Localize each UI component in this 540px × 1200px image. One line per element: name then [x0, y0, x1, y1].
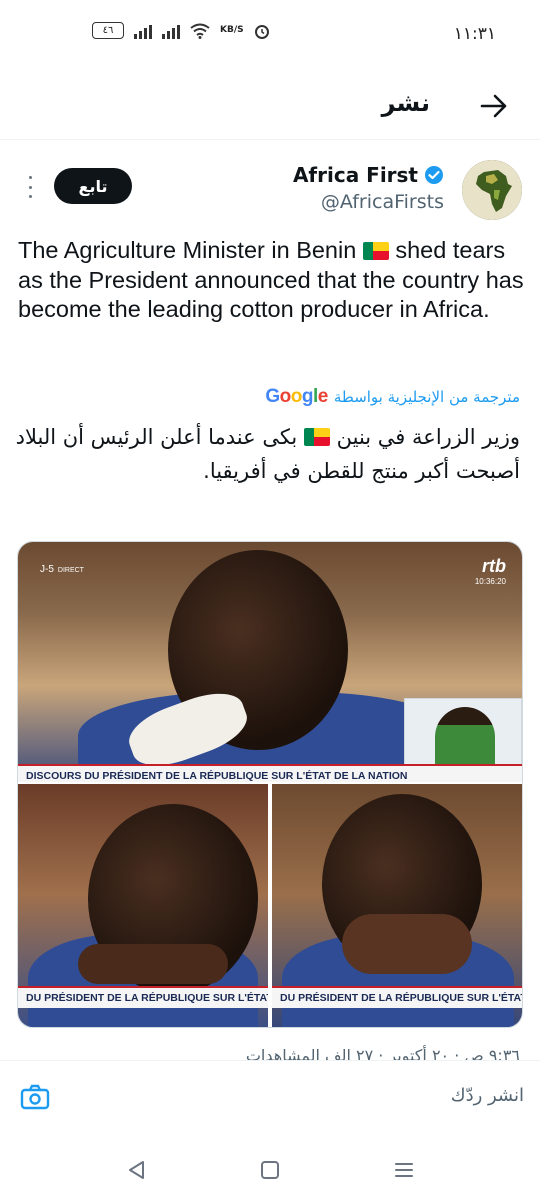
nav-home-button[interactable] — [256, 1156, 284, 1184]
verified-badge-icon — [425, 166, 443, 184]
signal-icon — [134, 23, 152, 39]
tweet-timestamp-views: ٩:٣٦ ص · ٢٠ أكتوبر · ٢٧ الف المشاهدات — [245, 1046, 520, 1060]
page-title: نشر — [381, 89, 430, 117]
avatar[interactable] — [462, 160, 522, 220]
photo-bottom-left: DU PRÉSIDENT DE LA RÉPUBLIQUE SUR L'ÉTAT… — [18, 784, 268, 1027]
news-ticker-bottom-right: DU PRÉSIDENT DE LA RÉPUBLIQUE SUR L'ÉTAT… — [272, 986, 522, 1008]
recents-icon — [395, 1163, 413, 1177]
home-square-icon — [261, 1161, 279, 1179]
follow-button[interactable]: تابع — [54, 168, 132, 204]
photo-top-minister-crying: J-5 DIRECT rtb 10:36:20 DISCOURS DU PRÉSI… — [18, 542, 522, 782]
nav-recents-button[interactable] — [390, 1156, 418, 1184]
signal-icon-2 — [162, 23, 180, 39]
news-ticker-bottom-left: DU PRÉSIDENT DE LA RÉPUBLIQUE SUR L'ÉTAT… — [18, 986, 268, 1008]
more-options-icon[interactable] — [26, 176, 34, 198]
news-ticker-top: DISCOURS DU PRÉSIDENT DE LA RÉPUBLIQUE S… — [18, 764, 522, 782]
translated-tweet-text: وزير الزراعة في بنين بكى عندما أعلن الرئ… — [10, 420, 520, 488]
author-handle[interactable]: @AfricaFirsts — [321, 191, 444, 213]
arrow-right-icon — [480, 94, 507, 118]
nav-back-button[interactable] — [122, 1156, 150, 1184]
wifi-icon — [190, 23, 210, 39]
hand — [342, 914, 472, 974]
channel-logo: rtb 10:36:20 — [474, 556, 506, 586]
author-name[interactable]: Africa First — [293, 163, 418, 187]
status-time: ١١:٣١ — [453, 24, 496, 44]
author-name-row[interactable]: Africa First — [293, 163, 444, 187]
africa-map-logo — [462, 160, 522, 220]
translated-by-label: مترجمة من الإنجليزية بواسطة — [333, 388, 520, 406]
translated-text-part1: وزير الزراعة في بنين — [329, 425, 520, 449]
camera-icon — [20, 1084, 50, 1110]
top-header: نشر — [0, 72, 540, 140]
benin-flag-icon — [362, 242, 389, 260]
tweet-media-image[interactable]: J-5 DIRECT rtb 10:36:20 DISCOURS DU PRÉSI… — [17, 541, 523, 1028]
status-bar: ٤٦ KB/S ١١:٣١ — [0, 0, 540, 72]
back-button[interactable] — [474, 86, 514, 126]
photo-bottom-right: DU PRÉSIDENT DE LA RÉPUBLIQUE SUR L'ÉTAT… — [272, 784, 522, 1027]
camera-button[interactable] — [18, 1081, 52, 1113]
reply-bar: انشر ردّك — [0, 1060, 540, 1138]
system-nav-bar — [0, 1138, 540, 1200]
tweet-text-part1: The Agriculture Minister in Benin — [18, 237, 363, 263]
battery-icon: ٤٦ — [92, 22, 124, 39]
translation-attribution[interactable]: مترجمة من الإنجليزية بواسطة Google — [265, 386, 520, 408]
google-logo: Google — [265, 386, 328, 407]
tweet-meta-row: ٩:٣٦ ص · ٢٠ أكتوبر · ٢٧ الف المشاهدات — [0, 1042, 540, 1060]
benin-flag-icon — [303, 428, 330, 446]
reply-input[interactable]: انشر ردّك — [451, 1085, 524, 1106]
network-speed: KB/S — [220, 25, 244, 35]
alarm-icon — [254, 24, 269, 39]
status-icons: ٤٦ KB/S — [92, 22, 270, 39]
back-triangle-icon — [129, 1161, 144, 1179]
battery-level: ٤٦ — [102, 25, 114, 36]
tweet-text: The Agriculture Minister in Benin shed t… — [18, 236, 528, 325]
live-badge: J-5 DIRECT — [40, 564, 84, 575]
hand — [78, 944, 228, 984]
sign-language-inset — [404, 698, 522, 770]
